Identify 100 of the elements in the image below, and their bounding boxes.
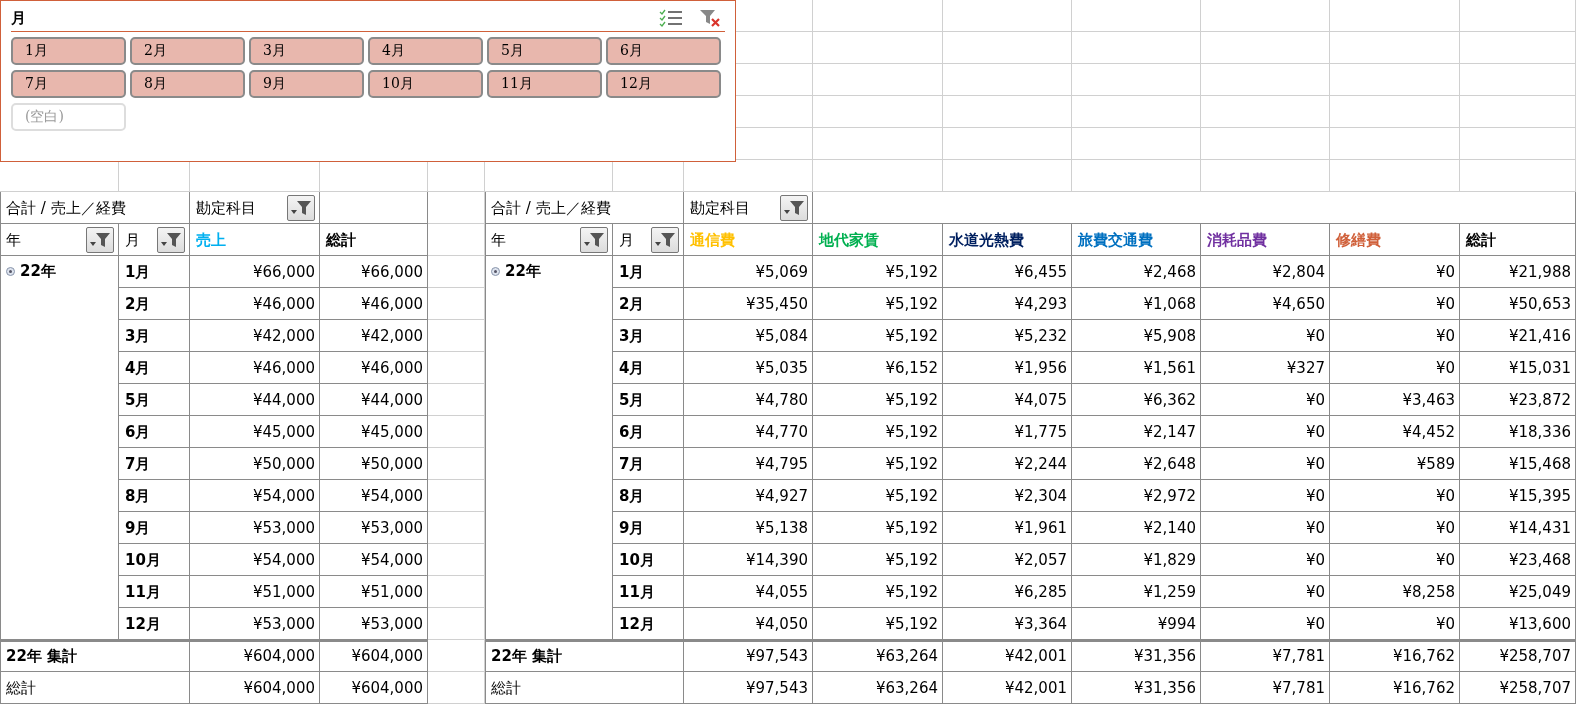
table-cell: ¥5,192: [813, 544, 943, 576]
column-header: 通信費: [684, 224, 813, 256]
row-header: 7月: [119, 448, 190, 480]
table-cell: ¥1,956: [943, 352, 1072, 384]
table-cell: ¥3,463: [1330, 384, 1460, 416]
slicer-item[interactable]: 2月: [130, 37, 245, 65]
table-cell: ¥4,770: [684, 416, 813, 448]
table-cell: ¥604,000: [190, 640, 320, 672]
row-header: 22年: [6, 262, 56, 281]
column-header: 地代家賃: [813, 224, 943, 256]
filter-dropdown-button[interactable]: [780, 195, 808, 221]
row-header: 2月: [613, 288, 684, 320]
table-cell: ¥31,356: [1072, 640, 1201, 672]
table-cell: ¥5,192: [813, 576, 943, 608]
row-header: 1月: [613, 256, 684, 288]
slicer-item[interactable]: 7月: [11, 70, 126, 98]
multi-select-icon[interactable]: [659, 9, 683, 27]
row-field-label: 年: [491, 230, 506, 250]
row-header: 12月: [613, 608, 684, 640]
table-cell: ¥2,140: [1072, 512, 1201, 544]
table-cell: ¥5,908: [1072, 320, 1201, 352]
table-cell: ¥53,000: [190, 512, 320, 544]
column-header: 修繕費: [1330, 224, 1460, 256]
slicer-item[interactable]: 9月: [249, 70, 364, 98]
slicer-item[interactable]: 5月: [487, 37, 602, 65]
table-cell: ¥5,069: [684, 256, 813, 288]
table-cell: ¥2,147: [1072, 416, 1201, 448]
table-cell: ¥54,000: [190, 544, 320, 576]
slicer-item[interactable]: 12月: [606, 70, 721, 98]
table-cell: ¥63,264: [813, 672, 943, 704]
table-cell: ¥6,362: [1072, 384, 1201, 416]
row-header: 総計: [0, 672, 190, 704]
row-header: 6月: [119, 416, 190, 448]
funnel-icon: [783, 199, 805, 217]
row-field-label: 月: [619, 230, 634, 250]
table-cell: ¥604,000: [320, 672, 428, 704]
table-cell: ¥14,390: [684, 544, 813, 576]
row-header: 22年 集計: [485, 640, 684, 672]
table-cell: ¥4,050: [684, 608, 813, 640]
filter-dropdown-button[interactable]: [651, 227, 679, 253]
filter-dropdown-button[interactable]: [157, 227, 185, 253]
table-cell: ¥0: [1201, 544, 1330, 576]
slicer-item[interactable]: 11月: [487, 70, 602, 98]
table-cell: ¥0: [1201, 608, 1330, 640]
slicer-item[interactable]: 8月: [130, 70, 245, 98]
table-cell: ¥6,285: [943, 576, 1072, 608]
table-cell: ¥46,000: [320, 288, 428, 320]
table-cell: ¥2,804: [1201, 256, 1330, 288]
table-cell: ¥4,055: [684, 576, 813, 608]
table-cell: ¥44,000: [320, 384, 428, 416]
table-cell: ¥54,000: [320, 544, 428, 576]
table-cell: ¥1,068: [1072, 288, 1201, 320]
table-cell: ¥1,259: [1072, 576, 1201, 608]
table-cell: ¥50,000: [320, 448, 428, 480]
table-cell: ¥5,192: [813, 512, 943, 544]
table-cell: ¥0: [1201, 512, 1330, 544]
table-cell: ¥5,035: [684, 352, 813, 384]
column-header: 消耗品費: [1201, 224, 1330, 256]
slicer-item[interactable]: 6月: [606, 37, 721, 65]
clear-filter-icon[interactable]: [699, 9, 721, 27]
funnel-icon: [654, 231, 676, 249]
table-cell: ¥16,762: [1330, 640, 1460, 672]
column-field-label: 勘定科目: [690, 198, 750, 218]
table-cell: ¥13,600: [1460, 608, 1576, 640]
table-cell: ¥4,452: [1330, 416, 1460, 448]
row-header: 22年 集計: [0, 640, 190, 672]
slicer-item[interactable]: 1月: [11, 37, 126, 65]
table-cell: ¥35,450: [684, 288, 813, 320]
table-cell: ¥8,258: [1330, 576, 1460, 608]
row-field-label: 月: [125, 230, 140, 250]
row-header: 5月: [119, 384, 190, 416]
slicer-item[interactable]: 4月: [368, 37, 483, 65]
column-header: 旅費交通費: [1072, 224, 1201, 256]
row-header: 8月: [613, 480, 684, 512]
table-cell: ¥5,192: [813, 448, 943, 480]
table-cell: ¥15,395: [1460, 480, 1576, 512]
table-cell: ¥4,650: [1201, 288, 1330, 320]
collapse-icon[interactable]: [491, 267, 500, 276]
row-header: 10月: [119, 544, 190, 576]
filter-dropdown-button[interactable]: [580, 227, 608, 253]
table-cell: ¥2,057: [943, 544, 1072, 576]
funnel-icon: [583, 231, 605, 249]
table-cell: ¥0: [1330, 352, 1460, 384]
filter-dropdown-button[interactable]: [86, 227, 114, 253]
filter-dropdown-button[interactable]: [287, 195, 315, 221]
collapse-icon[interactable]: [6, 267, 15, 276]
table-cell: ¥54,000: [190, 480, 320, 512]
table-cell: ¥21,988: [1460, 256, 1576, 288]
row-field-label: 年: [6, 230, 21, 250]
table-cell: ¥1,829: [1072, 544, 1201, 576]
table-cell: ¥0: [1330, 288, 1460, 320]
column-header: 総計: [320, 224, 428, 256]
slicer-item[interactable]: 3月: [249, 37, 364, 65]
row-header: 11月: [119, 576, 190, 608]
row-header: 1月: [119, 256, 190, 288]
table-cell: ¥3,364: [943, 608, 1072, 640]
table-cell: ¥53,000: [320, 608, 428, 640]
slicer-item[interactable]: 10月: [368, 70, 483, 98]
row-header: 5月: [613, 384, 684, 416]
table-cell: ¥0: [1201, 480, 1330, 512]
